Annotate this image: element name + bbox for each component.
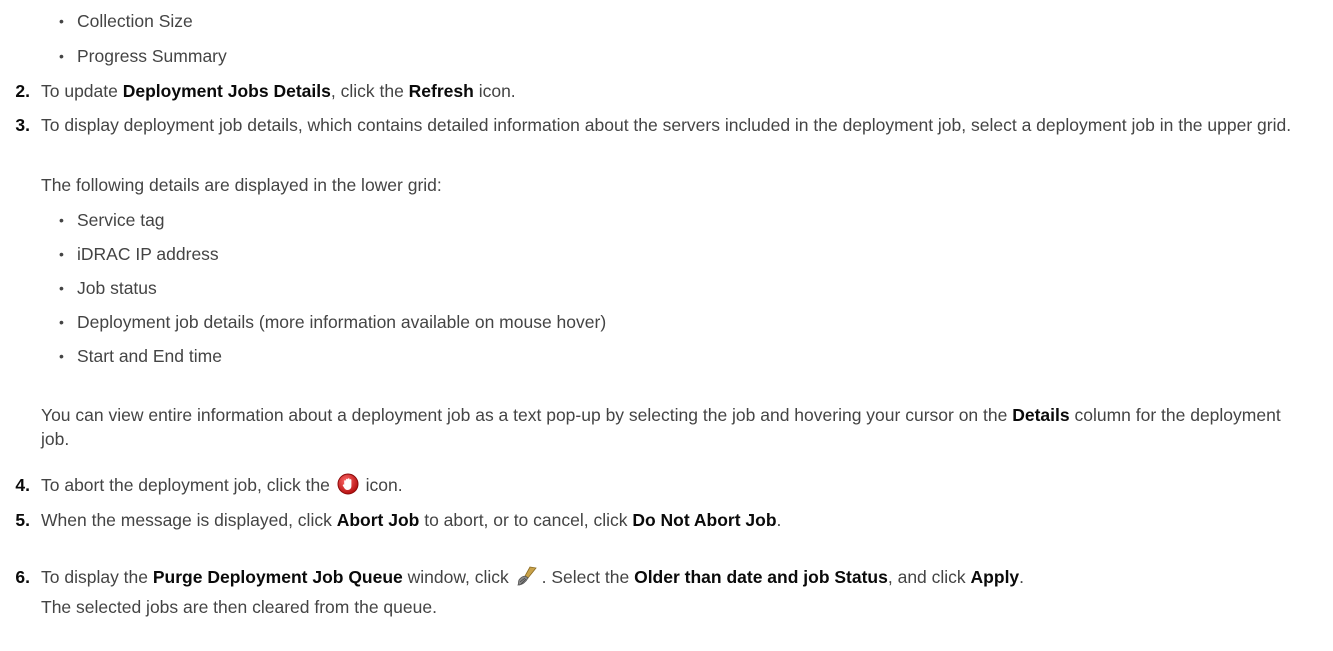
step-6-text: To display the Purge Deployment Job Queu… — [41, 565, 1309, 593]
bullet-dot: • — [59, 48, 64, 64]
text-span: To update — [41, 81, 123, 101]
bullet-dot: • — [59, 13, 64, 29]
step-3-note: You can view entire information about a … — [41, 403, 1309, 451]
text-span: , and click — [887, 567, 971, 587]
list-item: • Job status — [59, 276, 157, 300]
text-span: . — [1019, 567, 1025, 587]
step-number: 2. — [15, 81, 30, 101]
list-item-text: Deployment job details (more information… — [77, 312, 607, 332]
list-item: • iDRAC IP address — [59, 242, 219, 266]
bold-term: Do Not Abort Job — [632, 510, 777, 530]
step-6-line2: The selected jobs are then cleared from … — [41, 597, 437, 617]
text-span: , click the — [330, 81, 409, 101]
purge-broom-icon[interactable] — [516, 565, 540, 593]
list-item-text: Progress Summary — [77, 46, 227, 66]
text-span: To abort the deployment job, click the — [41, 475, 335, 495]
list-item-text: Collection Size — [77, 11, 193, 31]
bullet-dot: • — [59, 212, 64, 228]
step-4-text: To abort the deployment job, click the i… — [41, 473, 1309, 501]
list-item: • Start and End time — [59, 344, 222, 368]
list-item: • Deployment job details (more informati… — [59, 310, 607, 334]
text-span: to abort, or to cancel, click — [419, 510, 633, 530]
step-5-text: When the message is displayed, click Abo… — [41, 508, 1309, 532]
text-span: . — [776, 510, 782, 530]
step-number: 6. — [15, 567, 30, 587]
step-3-intro: The following details are displayed in t… — [41, 175, 442, 195]
step-3-text: To display deployment job details, which… — [41, 115, 1292, 135]
bullet-dot: • — [59, 280, 64, 296]
bold-term: Older than date and job Status — [634, 567, 888, 587]
text-span: To display the — [41, 567, 153, 587]
list-item: • Progress Summary — [59, 44, 227, 68]
step-number: 4. — [15, 475, 30, 495]
bullet-dot: • — [59, 314, 64, 330]
bold-term: Abort Job — [336, 510, 420, 530]
step-number: 5. — [15, 510, 30, 530]
step-number: 3. — [15, 115, 30, 135]
list-item: • Service tag — [59, 208, 165, 232]
text-span: When the message is displayed, click — [41, 510, 337, 530]
list-item: • Collection Size — [59, 9, 193, 33]
bold-term: Apply — [970, 567, 1020, 587]
abort-hand-icon[interactable] — [337, 473, 359, 501]
bold-term: Refresh — [408, 81, 474, 101]
list-item-text: Start and End time — [77, 346, 222, 366]
list-item-text: Job status — [77, 278, 157, 298]
text-span: icon. — [473, 81, 516, 101]
text-span: icon. — [360, 475, 403, 495]
list-item-text: iDRAC IP address — [77, 244, 219, 264]
document-page: • Collection Size • Progress Summary 2. … — [0, 0, 1333, 651]
text-span: . Select the — [541, 567, 635, 587]
text-span: You can view entire information about a … — [41, 405, 1013, 425]
bold-term: Details — [1012, 405, 1070, 425]
bold-term: Deployment Jobs Details — [122, 81, 331, 101]
bold-term: Purge Deployment Job Queue — [152, 567, 403, 587]
text-span: window, click — [402, 567, 514, 587]
step-2-text: To update Deployment Jobs Details, click… — [41, 79, 1309, 103]
list-item-text: Service tag — [77, 210, 165, 230]
bullet-dot: • — [59, 348, 64, 364]
bullet-dot: • — [59, 246, 64, 262]
